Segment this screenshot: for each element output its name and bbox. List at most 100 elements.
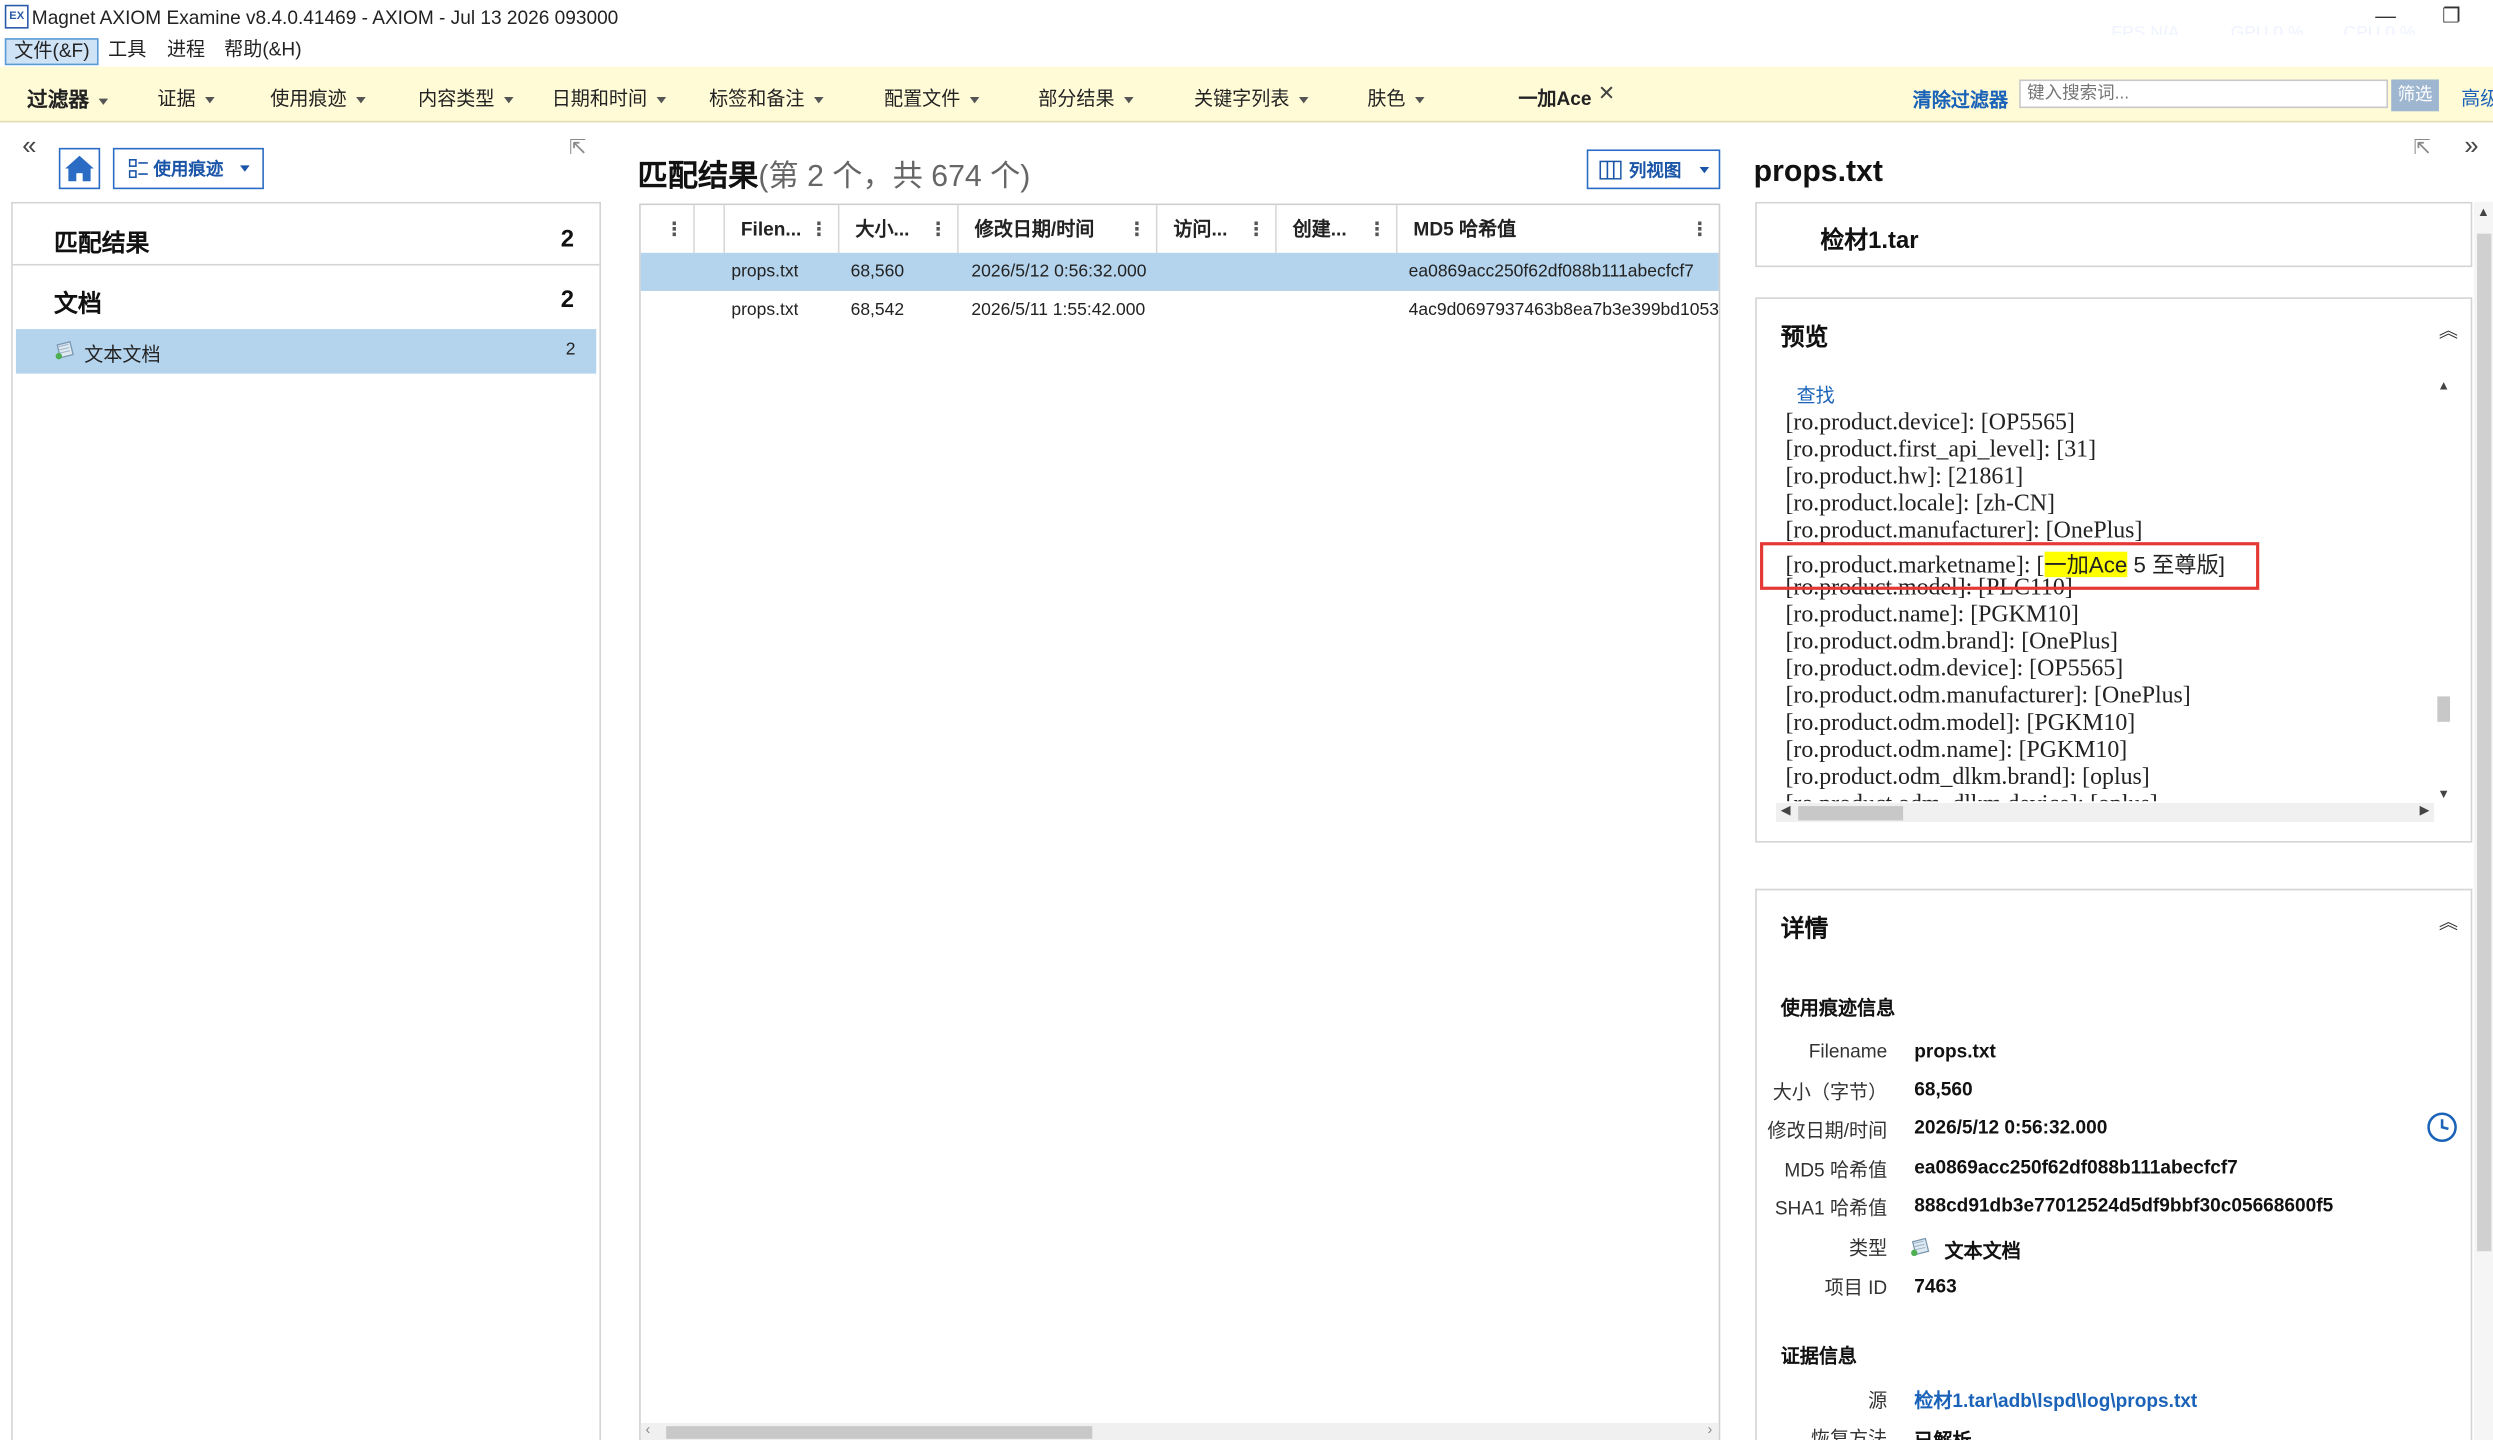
filter-keyword-lists[interactable]: 关键字列表 bbox=[1194, 84, 1309, 111]
chevron-down-icon bbox=[504, 96, 514, 104]
column-header-accessed[interactable]: 访问... ⋮ bbox=[1157, 205, 1277, 253]
field-value-md5: ea0869acc250f62df088b111abecfcf7 bbox=[1914, 1155, 2238, 1179]
field-label: 源 bbox=[1868, 1389, 1888, 1412]
column-view-dropdown[interactable]: 列视图 bbox=[1586, 149, 1721, 190]
tree-item-text-documents[interactable]: 文本文档 2 bbox=[15, 329, 597, 374]
advanced-link[interactable]: 高级 bbox=[2461, 84, 2493, 111]
scroll-up-icon[interactable]: ▲ bbox=[2437, 378, 2450, 392]
scrollbar-thumb[interactable] bbox=[2477, 233, 2492, 1252]
source-link[interactable]: 检材1.tar\adb\lspd\log\props.txt bbox=[1914, 1386, 2197, 1413]
scroll-right-icon[interactable]: › bbox=[1708, 1421, 1713, 1437]
scroll-down-icon[interactable]: ▼ bbox=[2437, 787, 2450, 801]
column-header-created[interactable]: 创建... ⋮ bbox=[1277, 205, 1398, 253]
column-header-modified[interactable]: 修改日期/时间 ⋮ bbox=[959, 205, 1158, 253]
home-button[interactable] bbox=[58, 147, 101, 190]
restore-button[interactable]: ❐ bbox=[2442, 3, 2461, 28]
chevron-down-icon bbox=[205, 96, 215, 104]
text-document-icon bbox=[1911, 1237, 1930, 1257]
tree-item-count: 2 bbox=[565, 340, 576, 360]
filter-label: 证据 bbox=[157, 87, 196, 110]
cell-md5: 4ac9d0697937463b8ea7b3e399bd1053 bbox=[1408, 300, 1719, 320]
filter-label: 配置文件 bbox=[883, 87, 961, 110]
clock-icon[interactable] bbox=[2426, 1111, 2458, 1143]
column-menu[interactable]: ⋮ bbox=[641, 205, 695, 253]
tree-item-matching-results[interactable]: 匹配结果 2 bbox=[12, 204, 600, 266]
menu-bar: 文件(&F) 工具 进程 帮助(&H) bbox=[0, 34, 2493, 66]
scroll-left-icon[interactable]: ◀ bbox=[1781, 803, 1791, 817]
find-link[interactable]: 查找 bbox=[1797, 382, 1835, 409]
cell-filename: props.txt bbox=[731, 262, 799, 282]
filters-dropdown[interactable]: 过滤器 bbox=[27, 83, 109, 113]
filter-partial-results[interactable]: 部分结果 bbox=[1038, 84, 1134, 111]
filter-button[interactable]: 筛选 bbox=[2391, 79, 2439, 112]
cell-size: 68,542 bbox=[850, 300, 905, 320]
menu-help[interactable]: 帮助(&H) bbox=[216, 38, 309, 62]
more-vertical-icon: ⋮ bbox=[928, 217, 948, 241]
preview-horizontal-scrollbar[interactable]: ◀ ▶ bbox=[1775, 802, 2435, 822]
filter-skin-tone[interactable]: 肤色 bbox=[1367, 84, 1425, 111]
field-value-recovery: 已解析 bbox=[1914, 1426, 1971, 1440]
columns-icon bbox=[1598, 159, 1621, 179]
filter-label: 关键字列表 bbox=[1194, 87, 1290, 110]
scrollbar-thumb[interactable] bbox=[2437, 696, 2451, 722]
pin-icon[interactable]: ⇱ bbox=[569, 135, 586, 160]
table-row[interactable]: props.txt 68,560 2026/5/12 0:56:32.000 e… bbox=[640, 252, 1719, 291]
filter-date-time[interactable]: 日期和时间 bbox=[552, 84, 667, 111]
app-icon: EX bbox=[4, 4, 29, 29]
details-heading: 详情 bbox=[1780, 915, 1829, 943]
scroll-right-icon[interactable]: ▶ bbox=[2420, 803, 2430, 817]
column-header-label: Filen... bbox=[740, 217, 802, 241]
table-row[interactable]: props.txt 68,542 2026/5/11 1:55:42.000 4… bbox=[641, 291, 1719, 329]
column-header-filename[interactable]: Filen... ⋮ bbox=[725, 205, 840, 253]
filter-bar: 过滤器 证据 使用痕迹 内容类型 日期和时间 标签和备注 配置文件 部分结果 关… bbox=[0, 66, 2493, 123]
field-label: 恢复方法 bbox=[1810, 1427, 1888, 1440]
pin-icon[interactable]: ⇱ bbox=[2413, 135, 2430, 160]
filter-profiles[interactable]: 配置文件 bbox=[883, 84, 980, 111]
results-title: 匹配结果(第 2 个，共 674 个) bbox=[638, 153, 1031, 196]
column-header-label: MD5 哈希值 bbox=[1413, 217, 1517, 241]
tree-item-label: 文本文档 bbox=[84, 343, 161, 366]
active-keyword-filter[interactable]: 一加Ace bbox=[1518, 84, 1591, 111]
tree-item-documents[interactable]: 文档 2 bbox=[13, 267, 600, 327]
scroll-left-icon[interactable]: ‹ bbox=[645, 1421, 650, 1437]
collapse-right-icon[interactable]: » bbox=[2464, 134, 2478, 163]
horizontal-scrollbar[interactable]: ‹ › bbox=[640, 1421, 1719, 1440]
menu-tools[interactable]: 工具 bbox=[100, 38, 154, 62]
filter-content-type[interactable]: 内容类型 bbox=[418, 84, 514, 111]
artifact-view-dropdown[interactable]: 使用痕迹 bbox=[112, 147, 264, 190]
tree-item-count: 2 bbox=[560, 286, 574, 314]
chevron-down-icon bbox=[356, 96, 366, 104]
collapse-left-icon[interactable]: « bbox=[22, 134, 36, 163]
more-vertical-icon: ⋮ bbox=[809, 217, 829, 241]
column-header-md5[interactable]: MD5 哈希值 ⋮ bbox=[1398, 205, 1719, 253]
scrollbar-thumb[interactable] bbox=[666, 1426, 1093, 1439]
preview-vertical-scrollbar[interactable]: ▲ ▼ bbox=[2434, 378, 2452, 801]
more-vertical-icon: ⋮ bbox=[1127, 217, 1147, 241]
clear-filters-link[interactable]: 清除过滤器 bbox=[1913, 86, 2008, 113]
search-input[interactable] bbox=[2019, 79, 2389, 109]
menu-file[interactable]: 文件(&F) bbox=[4, 38, 100, 66]
menu-process[interactable]: 进程 bbox=[159, 38, 213, 62]
detail-vertical-scrollbar[interactable]: ▲ bbox=[2473, 201, 2493, 1440]
filter-label: 标签和备注 bbox=[709, 87, 805, 110]
column-selector[interactable] bbox=[695, 205, 725, 253]
filter-artifacts[interactable]: 使用痕迹 bbox=[270, 84, 366, 111]
scroll-up-icon[interactable]: ▲ bbox=[2477, 205, 2490, 219]
column-header-size[interactable]: 大小... ⋮ bbox=[839, 205, 959, 253]
minimize-button[interactable]: — bbox=[2375, 3, 2396, 27]
text-document-icon bbox=[55, 341, 74, 360]
window-title: Magnet AXIOM Examine v8.4.0.41469 - AXIO… bbox=[31, 6, 619, 29]
field-label: 大小（字节） bbox=[1772, 1081, 1888, 1104]
scrollbar-thumb[interactable] bbox=[1798, 806, 1904, 821]
preview-line: [ro.product.odm.name]: [PGKM10] bbox=[1785, 737, 2128, 764]
field-value-sha1: 888cd91db3e77012524d5df9bbf30c05668600f5 bbox=[1914, 1194, 2334, 1217]
preview-line: [ro.product.first_api_level]: [31] bbox=[1785, 437, 2097, 463]
chevron-up-icon[interactable]: ︽ bbox=[2439, 316, 2458, 343]
close-icon[interactable]: ✕ bbox=[1598, 81, 1615, 106]
preview-line: [ro.product.name]: [PGKM10] bbox=[1785, 602, 2079, 629]
filters-label: 过滤器 bbox=[27, 87, 90, 112]
filter-tags-comments[interactable]: 标签和备注 bbox=[709, 84, 824, 111]
filter-evidence[interactable]: 证据 bbox=[157, 84, 215, 111]
field-value-type: 文本文档 bbox=[1944, 1240, 2021, 1263]
chevron-up-icon[interactable]: ︽ bbox=[2439, 908, 2458, 935]
